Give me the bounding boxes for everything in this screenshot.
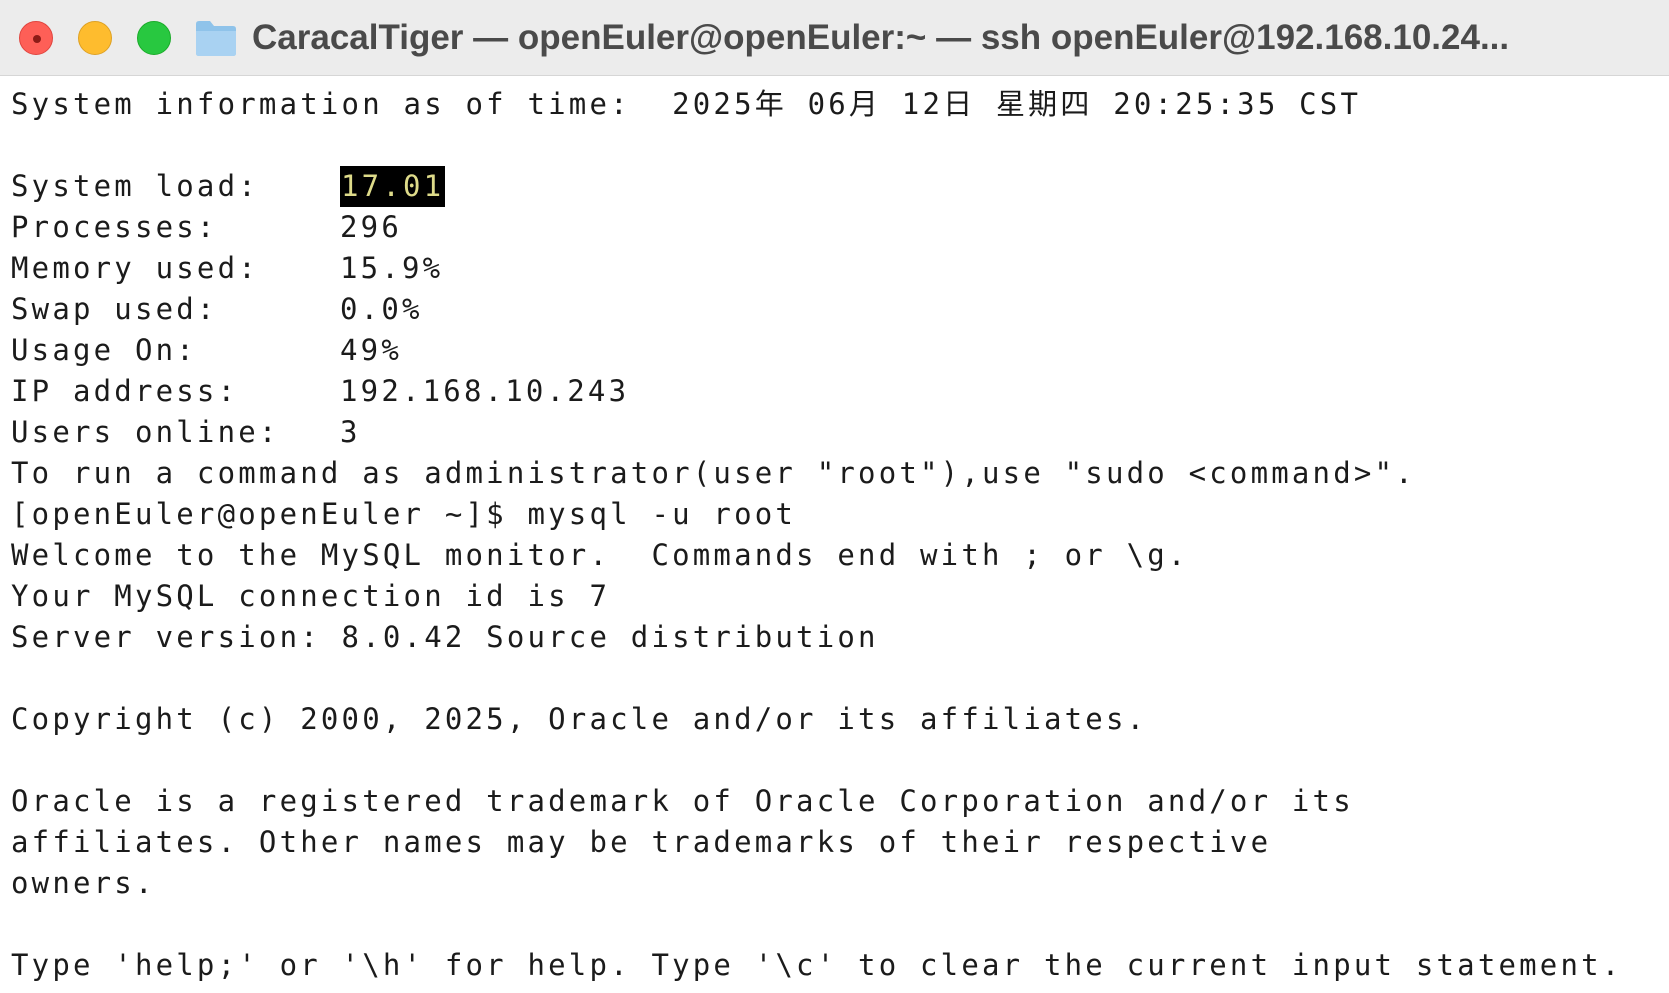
stat-value: 49% [340,333,402,367]
folder-icon [196,21,236,56]
close-dot [33,35,41,43]
stat-label: System load: [11,169,259,203]
sysinfo-line: System information as of time: 2025年 06月… [11,87,1362,121]
stat-value: 0.0% [340,292,423,326]
stat-label: Usage On: [11,333,197,367]
copyright-line: Copyright (c) 2000, 2025, Oracle and/or … [11,702,1148,736]
trademark-line: Oracle is a registered trademark of Orac… [11,784,1354,818]
admin-hint-line: To run a command as administrator(user "… [11,456,1416,490]
stat-label: Users online: [11,415,280,449]
minimize-icon[interactable] [78,21,112,55]
mysql-welcome-line: Welcome to the MySQL monitor. Commands e… [11,538,1189,572]
stat-users-online: Users online: 3 [11,412,1661,453]
stat-value: 3 [340,415,361,449]
window-title: CaracalTiger — openEuler@openEuler:~ — s… [252,18,1510,57]
stat-label: Memory used: [11,251,259,285]
mysql-server-version-line: Server version: 8.0.42 Source distributi… [11,620,879,654]
stat-value: 296 [340,210,402,244]
stat-label: Swap used: [11,292,218,326]
help-hint-line: Type 'help;' or '\h' for help. Type '\c'… [11,948,1623,982]
stat-memory-used: Memory used: 15.9% [11,248,1661,289]
trademark-line: affiliates. Other names may be trademark… [11,825,1272,859]
terminal-output[interactable]: System information as of time: 2025年 06月… [11,84,1661,989]
title-bar[interactable]: CaracalTiger — openEuler@openEuler:~ — s… [0,0,1669,76]
stat-processes: Processes: 296 [11,207,1661,248]
stat-system-load: System load: 17.01 [11,166,1661,207]
stat-swap-used: Swap used: 0.0% [11,289,1661,330]
zoom-icon[interactable] [137,21,171,55]
trademark-line: owners. [11,866,156,900]
terminal-window: CaracalTiger — openEuler@openEuler:~ — s… [0,0,1669,993]
stat-label: Processes: [11,210,218,244]
shell-prompt-line: [openEuler@openEuler ~]$ mysql -u root [11,497,797,531]
stat-ip-address: IP address: 192.168.10.243 [11,371,1661,412]
stat-value: 192.168.10.243 [340,374,630,408]
close-icon[interactable] [19,21,53,55]
stat-value-highlighted: 17.01 [340,166,446,207]
stat-label: IP address: [11,374,239,408]
stat-value: 15.9% [340,251,444,285]
stat-usage-on: Usage On: 49% [11,330,1661,371]
mysql-connection-line: Your MySQL connection id is 7 [11,579,611,613]
